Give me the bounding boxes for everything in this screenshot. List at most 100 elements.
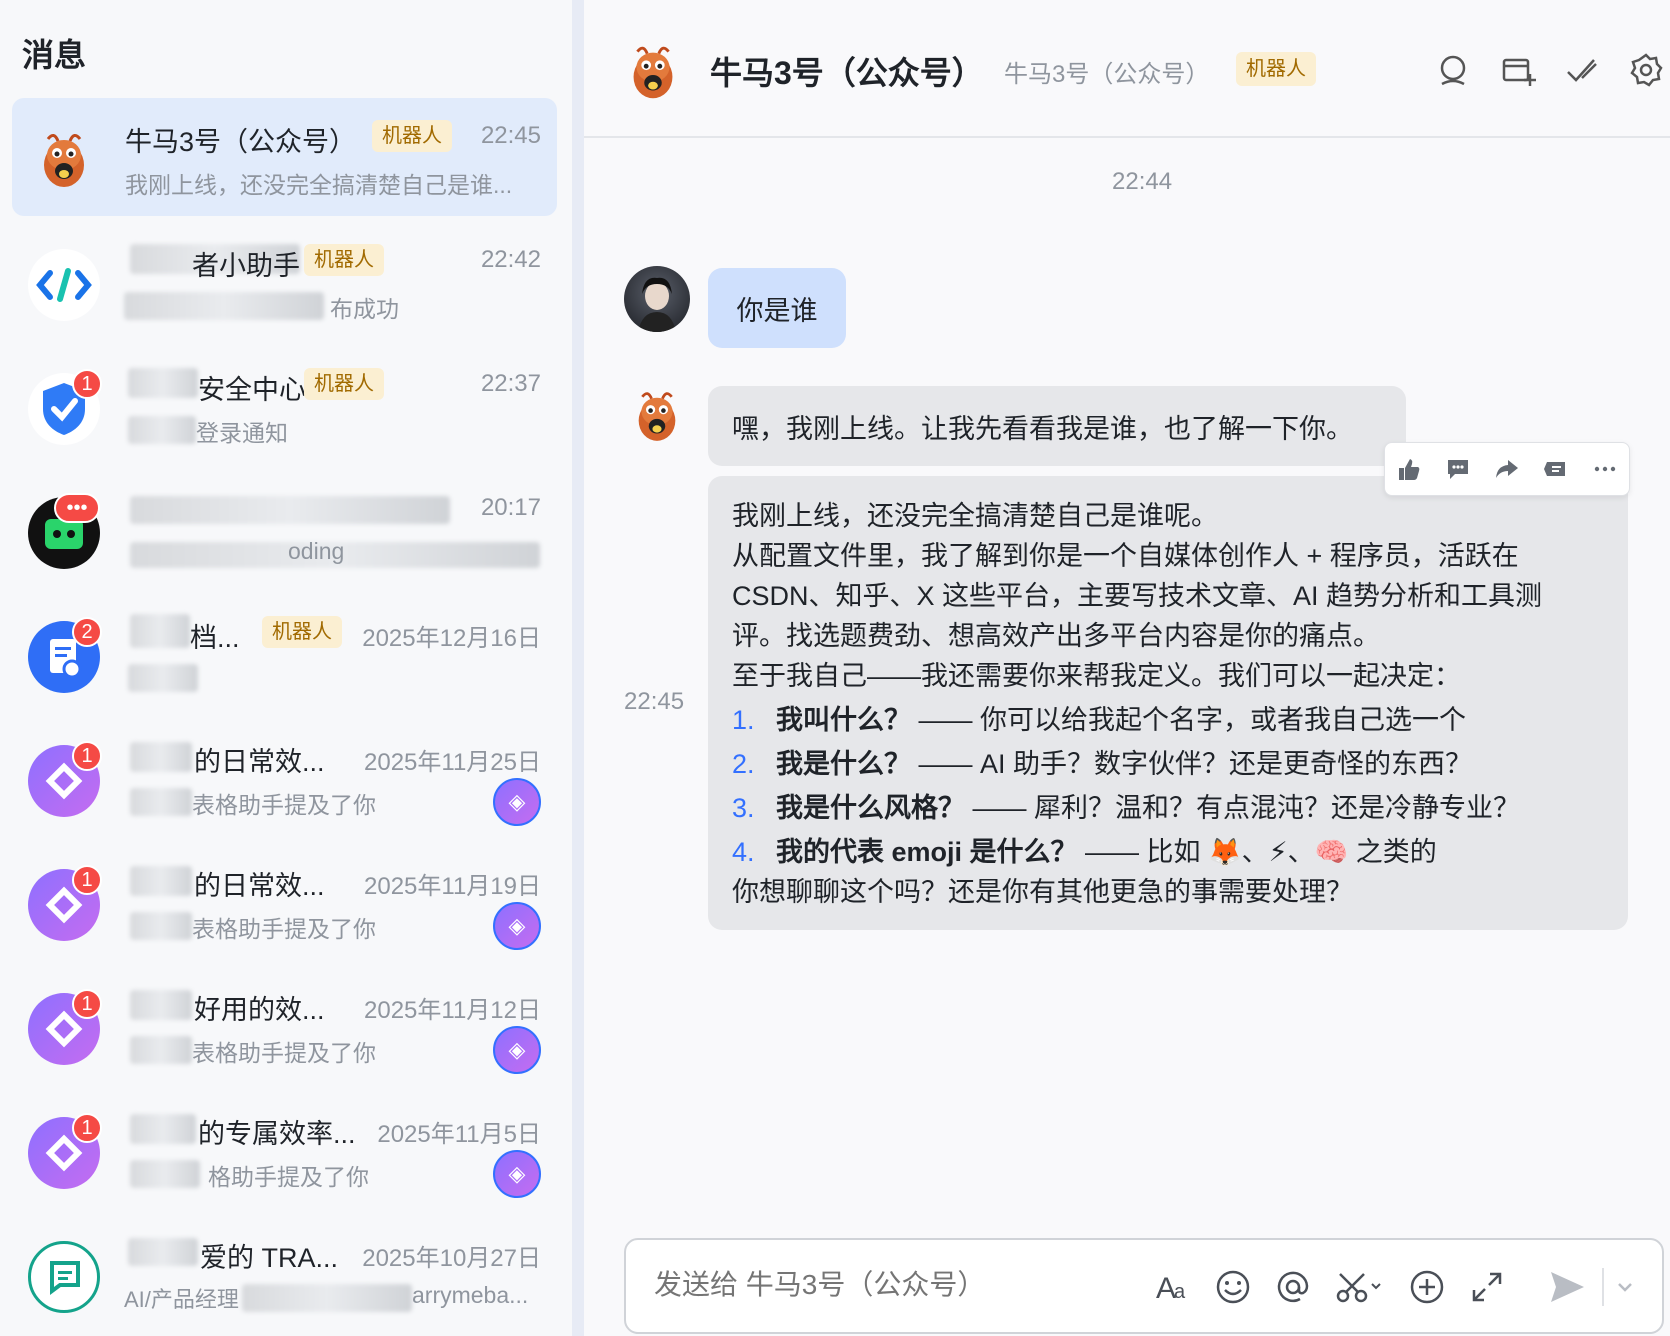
send-divider	[1602, 1268, 1604, 1306]
conversation-name: 的日常效...	[194, 871, 325, 901]
conversation-preview: 我刚上线，还没完全搞清楚自己是谁...	[125, 172, 513, 198]
chat-header: 牛马3号（公众号） 牛马3号（公众号） 机器人	[584, 0, 1670, 138]
gear-icon[interactable]	[1628, 52, 1664, 88]
message-line: 你想聊聊这个吗？还是你有其他更急的事需要处理？	[732, 877, 1353, 907]
list-item: 4. 我的代表 emoji 是什么？ —— 比如 🦊、⚡、🧠 之类的	[732, 837, 1437, 867]
conversation-preview: oding	[288, 538, 345, 564]
chevron-down-icon[interactable]	[1612, 1268, 1638, 1306]
conversation-item[interactable]: 2 档... 机器人 2025年12月16日	[12, 594, 557, 712]
conversation-preview: 布成功	[330, 296, 399, 322]
conversation-item[interactable]: 1 安全中心 机器人 22:37 登录通知	[12, 346, 557, 464]
bot-tag: 机器人	[304, 244, 384, 276]
conversation-sidebar: 消息 牛马3号（公众号） 机器人 22:45 我刚上线，还没完全搞清楚自己是谁.…	[0, 0, 572, 1336]
conversation-item[interactable]: 者小助手 机器人 22:42 布成功	[12, 222, 557, 340]
bot-tag: 机器人	[1236, 52, 1316, 86]
unread-badge: 1	[72, 369, 102, 399]
conversation-item[interactable]: 牛马3号（公众号） 机器人 22:45 我刚上线，还没完全搞清楚自己是谁...	[12, 98, 557, 216]
conversation-name: 安全中心	[198, 375, 306, 405]
conversation-name: 者小助手	[192, 251, 300, 281]
bot-tag: 机器人	[304, 368, 384, 400]
svg-text:a: a	[1174, 1281, 1186, 1303]
expand-icon[interactable]	[1468, 1268, 1506, 1306]
conversation-time: 22:42	[480, 246, 541, 273]
unread-badge: 1	[72, 989, 102, 1019]
bot-message[interactable]: 我刚上线，还没完全搞清楚自己是谁呢。 从配置文件里，我了解到你是一个自媒体创作人…	[708, 476, 1628, 930]
forward-icon[interactable]	[1494, 456, 1520, 482]
bot-tag: 机器人	[372, 120, 452, 152]
list-item: 3. 我是什么风格？ —— 犀利？温和？有点混沌？还是冷静专业？	[732, 793, 1521, 823]
mention-icon[interactable]	[1274, 1268, 1312, 1306]
quote-reply-icon[interactable]	[1543, 456, 1569, 482]
add-tab-icon[interactable]	[1500, 52, 1536, 88]
unread-badge: 1	[72, 865, 102, 895]
bot-avatar[interactable]	[618, 38, 688, 108]
mention-avatar: ◈	[493, 1026, 541, 1074]
conversation-item[interactable]: 1 的日常效... 2025年11月25日 表格助手提及了你 ◈	[12, 718, 557, 836]
chat-bubble-icon	[28, 1241, 100, 1313]
conversation-item[interactable]: ••• 20:17 oding	[12, 470, 557, 588]
conversation-preview: AI/产品经理	[124, 1287, 239, 1312]
text-format-icon[interactable]: Aa	[1154, 1268, 1192, 1306]
chat-subtitle: 牛马3号（公众号）	[1004, 61, 1210, 88]
avatar	[28, 125, 100, 197]
conversation-preview: 表格助手提及了你	[192, 792, 376, 818]
unread-badge: •••	[54, 493, 100, 523]
svg-text:A: A	[1156, 1272, 1176, 1305]
bot-message[interactable]: 嘿，我刚上线。让我先看看我是谁，也了解一下你。	[708, 386, 1406, 466]
conversation-time: 22:45	[480, 122, 541, 149]
conversation-item[interactable]: 1 的专属效率... 2025年11月5日 格助手提及了你 ◈	[12, 1090, 557, 1208]
conversation-time: 2025年10月27日	[362, 1245, 541, 1272]
bot-tag: 机器人	[262, 616, 342, 648]
send-icon[interactable]	[1548, 1268, 1586, 1306]
code-brackets-icon	[28, 249, 100, 321]
mention-avatar: ◈	[493, 778, 541, 826]
message-line: CSDN、知乎、X 这些平台，主要写技术文章、AI 趋势分析和工具测	[732, 581, 1543, 611]
conversation-preview: 登录通知	[196, 420, 288, 446]
user-avatar[interactable]	[624, 266, 690, 332]
conversation-time: 2025年11月25日	[364, 749, 541, 776]
screenshot-scissors-icon[interactable]	[1334, 1268, 1386, 1306]
unread-badge: 1	[72, 1113, 102, 1143]
search-icon[interactable]	[1436, 52, 1472, 88]
message-line: 至于我自己——我还需要你来帮我定义。我们可以一起决定：	[732, 661, 1461, 691]
bot-avatar[interactable]	[624, 384, 690, 450]
list-item: 2. 我是什么？ —— AI 助手？数字伙伴？还是更奇怪的东西？	[732, 749, 1473, 779]
conversation-time: 2025年11月12日	[364, 997, 541, 1024]
thumbs-up-icon[interactable]	[1396, 456, 1422, 482]
comment-icon[interactable]	[1445, 456, 1471, 482]
user-message[interactable]: 你是谁	[708, 268, 846, 348]
more-icon[interactable]	[1592, 456, 1618, 482]
sidebar-title: 消息	[22, 37, 87, 73]
mention-avatar: ◈	[493, 1150, 541, 1198]
chat-title: 牛马3号（公众号）	[710, 55, 984, 91]
emoji-icon[interactable]	[1214, 1268, 1252, 1306]
message-line: 从配置文件里，我了解到你是一个自媒体创作人 + 程序员，活跃在	[732, 541, 1519, 571]
conversation-time: 2025年12月16日	[362, 625, 541, 652]
conversation-name: 的日常效...	[194, 747, 325, 777]
conversation-name: 的专属效率...	[198, 1119, 356, 1149]
conversation-name: 档...	[190, 623, 240, 653]
conversation-name: 爱的 TRA...	[200, 1243, 339, 1273]
conversation-time: 20:17	[480, 494, 541, 521]
message-input[interactable]	[652, 1268, 1136, 1302]
list-item: 1. 我叫什么？ —— 你可以给我起个名字，或者我自己选一个	[732, 705, 1467, 735]
conversation-item[interactable]: 1 好用的效... 2025年11月12日 表格助手提及了你 ◈	[12, 966, 557, 1084]
panel-divider[interactable]	[572, 0, 584, 1336]
conversation-time: 22:37	[480, 370, 541, 397]
message-line: 我刚上线，还没完全搞清楚自己是谁呢。	[732, 501, 1218, 531]
conversation-time: 2025年11月5日	[377, 1121, 541, 1148]
mention-avatar: ◈	[493, 902, 541, 950]
message-time: 22:45	[624, 688, 685, 715]
conversation-preview: 表格助手提及了你	[192, 916, 376, 942]
checklist-icon[interactable]	[1564, 52, 1600, 88]
conversation-item[interactable]: 爱的 TRA... 2025年10月27日 AI/产品经理 arrymeba..…	[12, 1214, 557, 1332]
conversation-preview: 格助手提及了你	[208, 1164, 369, 1190]
conversation-name: 牛马3号（公众号）	[125, 127, 357, 157]
unread-badge: 1	[72, 741, 102, 771]
conversation-name: 好用的效...	[194, 995, 325, 1025]
conversation-item[interactable]: 1 的日常效... 2025年11月19日 表格助手提及了你 ◈	[12, 842, 557, 960]
message-composer: Aa	[624, 1238, 1664, 1334]
add-icon[interactable]	[1408, 1268, 1446, 1306]
time-divider: 22:44	[1112, 168, 1173, 195]
conversation-time: 2025年11月19日	[364, 873, 541, 900]
